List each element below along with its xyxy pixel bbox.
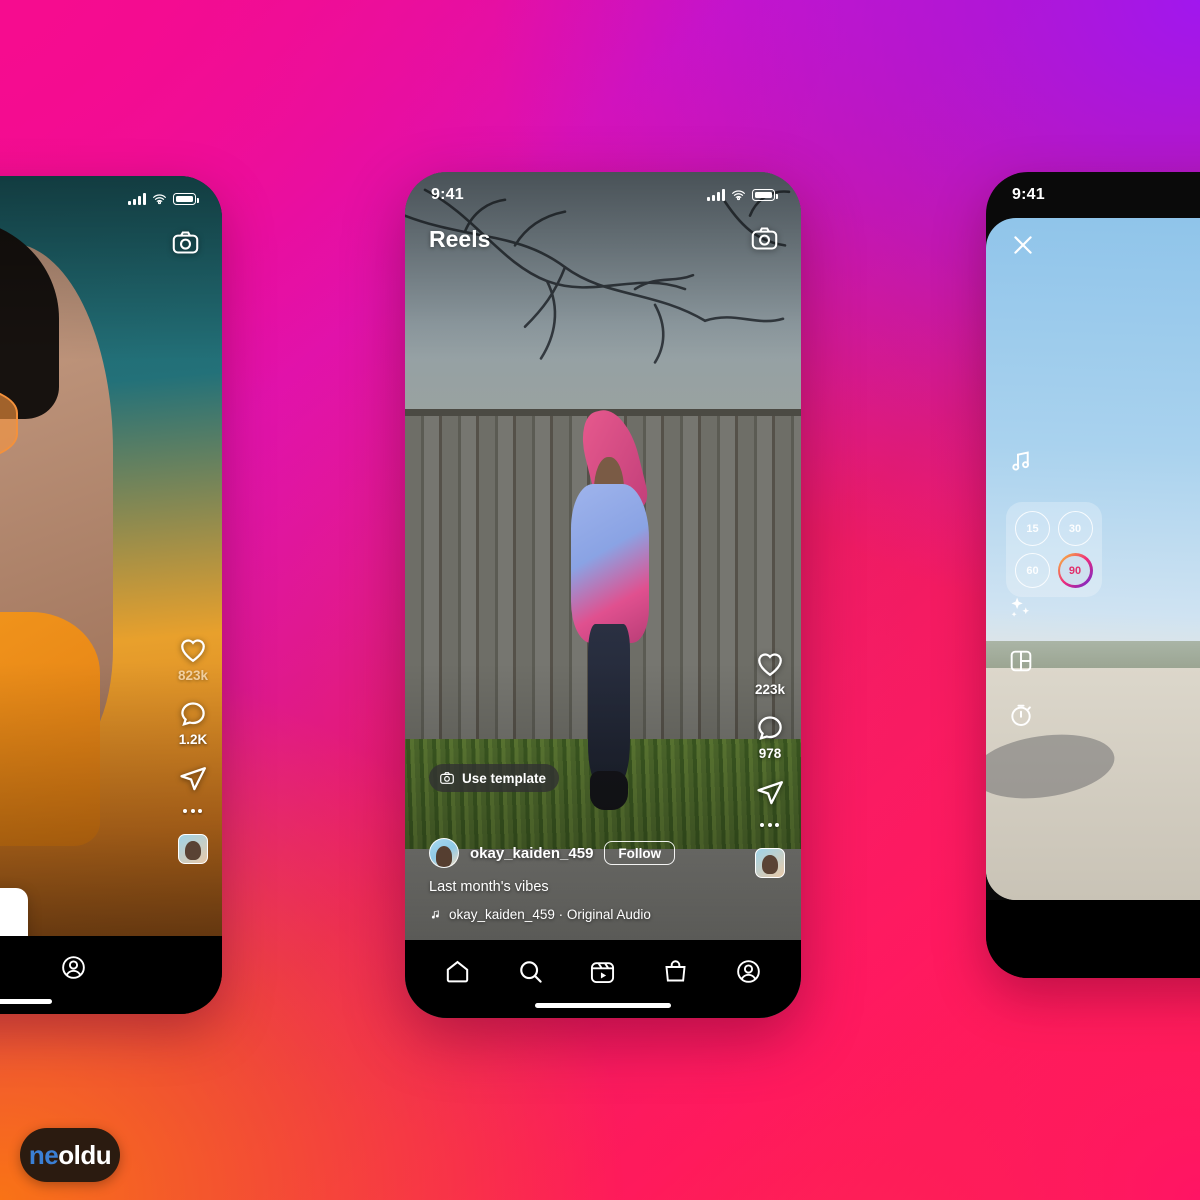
logo-text-prefix: ne [28, 1139, 59, 1170]
like-count: 223k [754, 682, 785, 697]
center-home-indicator [535, 1003, 671, 1008]
reels-page-title: Reels [429, 226, 491, 252]
left-share-action[interactable] [178, 763, 208, 793]
left-status-icons [128, 192, 199, 207]
post-audio-row[interactable]: okay_kaiden_459 · Original Audio [429, 907, 725, 922]
wifi-icon [732, 189, 745, 200]
left-like-count: 823k [177, 668, 208, 683]
effects-sparkle-icon[interactable] [1008, 594, 1034, 620]
home-icon[interactable] [444, 958, 471, 985]
audio-thumbnail[interactable] [754, 848, 785, 878]
left-like-action[interactable]: 823k [178, 635, 208, 683]
center-status-icons [707, 188, 778, 203]
left-action-rail: 823k 1.2K [178, 635, 208, 864]
camera-icon [440, 772, 454, 784]
left-vignette [0, 176, 222, 1014]
signal-icon [707, 189, 725, 201]
post-caption: Last month's vibes [429, 879, 549, 895]
profile-icon[interactable] [60, 954, 87, 981]
timer-icon[interactable] [1008, 702, 1034, 728]
search-icon[interactable] [517, 958, 544, 985]
left-home-indicator [0, 999, 52, 1004]
close-icon[interactable] [1010, 232, 1036, 258]
duration-option-30[interactable]: 30 [1057, 511, 1093, 546]
post-author-row: okay_kaiden_459 Follow [429, 838, 725, 868]
left-comment-count: 1.2K [178, 732, 208, 747]
profile-icon[interactable] [735, 958, 762, 985]
phone-mockup-right: 9:41 15 30 60 90 [986, 172, 1200, 978]
post-audio-label: okay_kaiden_459 · Original Audio [449, 907, 651, 922]
duration-option-60[interactable]: 60 [1015, 553, 1050, 588]
comment-icon [181, 702, 205, 726]
center-screen: 9:41 Reels 223k 978 Use template okay_ka… [405, 172, 801, 1018]
music-note-icon[interactable] [1008, 448, 1034, 474]
right-status-time: 9:41 [1012, 186, 1045, 203]
center-status-time: 9:41 [431, 186, 464, 203]
layout-icon[interactable] [1008, 648, 1034, 674]
battery-icon [752, 189, 778, 201]
share-icon [757, 781, 783, 805]
phone-mockup-left: Check FIT 2 Follow ies Results 823k 1.2K [0, 176, 222, 1014]
camera-icon [172, 231, 199, 254]
heart-icon [181, 639, 205, 663]
comment-icon [758, 716, 782, 740]
duration-selector: 15 30 60 90 [1006, 502, 1102, 597]
duration-label: 30 [1068, 522, 1082, 535]
share-action[interactable] [755, 777, 785, 807]
left-screen: Check FIT 2 Follow ies Results 823k 1.2K [0, 176, 222, 1014]
post-meta: okay_kaiden_459 Follow Last month's vibe… [429, 838, 725, 922]
shop-icon[interactable] [0, 954, 2, 981]
neoldu-logo: neoldu [20, 1128, 120, 1182]
follow-button[interactable]: Follow [604, 841, 676, 865]
use-template-label: Use template [462, 770, 547, 786]
right-bottom-bar [986, 900, 1200, 978]
more-options-button[interactable] [760, 823, 780, 827]
camera-top-controls [986, 232, 1200, 258]
left-audio-thumbnail[interactable] [177, 834, 208, 864]
post-username[interactable]: okay_kaiden_459 [470, 845, 593, 862]
duration-option-90-selected[interactable]: 90 [1057, 553, 1093, 588]
center-camera-button[interactable] [750, 224, 779, 258]
signal-icon [128, 193, 146, 205]
logo-text-suffix: oldu [58, 1139, 112, 1170]
logo-text: neoldu [28, 1139, 112, 1171]
music-note-icon [431, 910, 439, 919]
duration-label: 90 [1060, 555, 1090, 586]
reels-icon[interactable] [589, 958, 616, 985]
comment-count: 978 [758, 746, 782, 761]
duration-label: 15 [1026, 522, 1039, 535]
duration-label: 60 [1026, 564, 1039, 577]
center-action-rail: 223k 978 [755, 649, 785, 878]
left-status-bar [0, 176, 222, 222]
center-status-bar: 9:41 [405, 172, 801, 218]
shop-icon[interactable] [662, 958, 689, 985]
wifi-icon [153, 193, 166, 204]
heart-icon [758, 653, 782, 677]
left-comment-action[interactable]: 1.2K [178, 699, 208, 747]
right-status-bar: 9:41 [986, 172, 1200, 218]
avatar[interactable] [429, 838, 459, 868]
camera-icon [751, 227, 778, 250]
comment-action[interactable]: 978 [755, 713, 785, 761]
left-camera-button[interactable] [171, 228, 200, 262]
share-icon [180, 767, 206, 791]
like-action[interactable]: 223k [755, 649, 785, 697]
left-more-options[interactable] [183, 809, 203, 813]
phone-mockup-center: 9:41 Reels 223k 978 Use template okay_ka… [405, 172, 801, 1018]
right-screen: 9:41 15 30 60 90 [986, 172, 1200, 978]
battery-icon [173, 193, 199, 205]
use-template-button[interactable]: Use template [429, 764, 560, 792]
duration-option-15[interactable]: 15 [1015, 511, 1050, 546]
